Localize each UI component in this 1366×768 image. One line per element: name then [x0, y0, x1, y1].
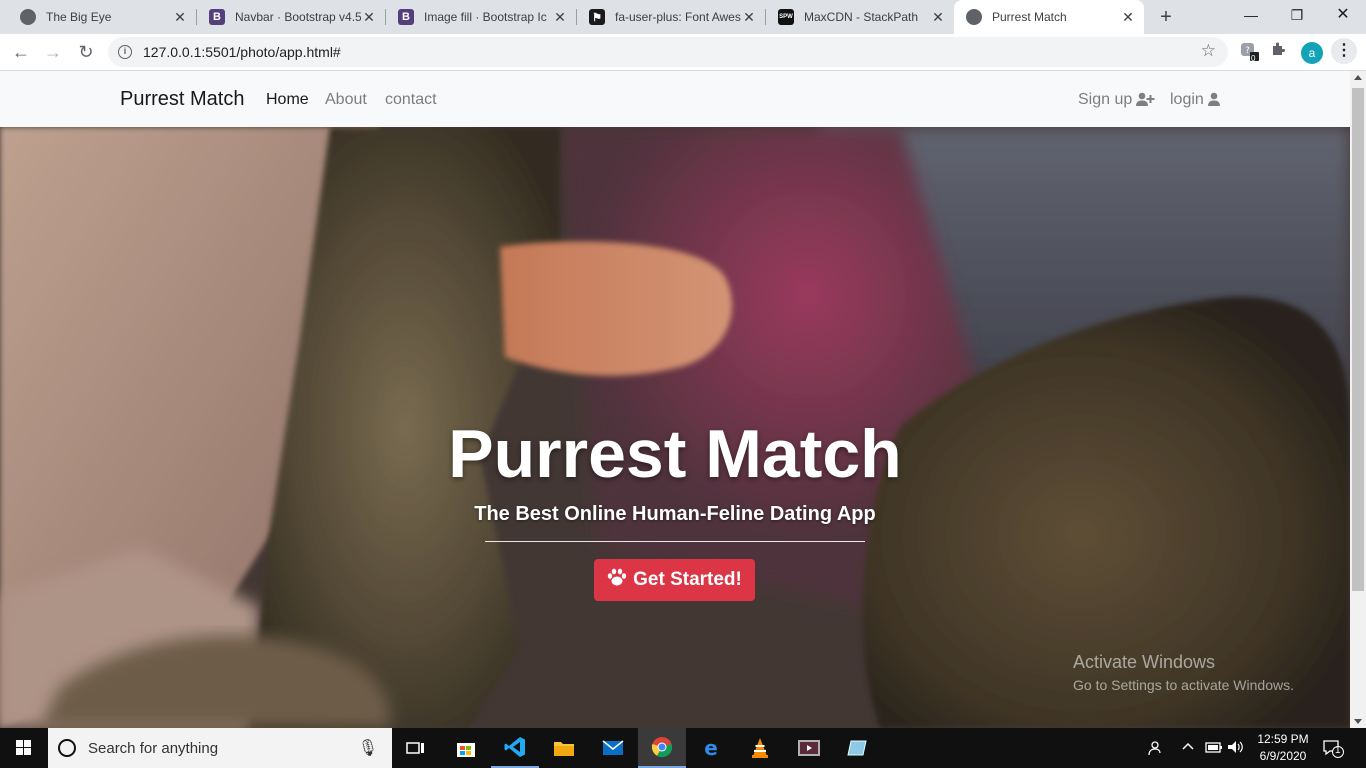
browser-toolbar: ← → ↻ i 127.0.0.1:5501/photo/app.html# ☆… — [0, 34, 1366, 71]
tab-title: MaxCDN - StackPath — [804, 10, 919, 24]
windows-logo-icon — [16, 740, 31, 755]
tab-title: Image fill · Bootstrap Ic — [424, 10, 547, 24]
page-scrollbar[interactable] — [1350, 71, 1366, 728]
tab-navbar-bootstrap[interactable]: B Navbar · Bootstrap v4.5 ✕ — [197, 0, 385, 34]
navbar-brand[interactable]: Purrest Match — [120, 88, 244, 111]
forward-button[interactable]: → — [40, 39, 66, 65]
svg-text:e: e — [704, 737, 718, 759]
reload-button[interactable]: ↻ — [73, 39, 99, 65]
user-plus-icon — [1136, 92, 1155, 111]
hero-section: Purrest Match The Best Online Human-Feli… — [0, 127, 1350, 728]
scroll-up-arrow[interactable] — [1354, 75, 1362, 80]
nav-link-about[interactable]: About — [325, 91, 367, 109]
close-icon[interactable]: ✕ — [741, 9, 757, 25]
extension-icon[interactable]: ? 0 — [1238, 41, 1260, 63]
url-text: 127.0.0.1:5501/photo/app.html# — [143, 44, 341, 60]
minimize-button[interactable]: — — [1228, 0, 1274, 30]
site-navbar: Purrest Match Home About contact Sign up… — [0, 71, 1350, 127]
chrome-icon[interactable] — [638, 728, 686, 768]
close-icon[interactable]: ✕ — [552, 9, 568, 25]
system-clock[interactable]: 12:59 PM 6/9/2020 — [1253, 731, 1313, 765]
bookmark-star-icon[interactable]: ☆ — [1201, 41, 1216, 61]
tab-the-big-eye[interactable]: The Big Eye ✕ — [8, 0, 196, 34]
browser-menu-icon[interactable]: ⋮ — [1331, 38, 1357, 64]
cortana-icon — [58, 739, 76, 757]
mail-icon[interactable] — [589, 728, 637, 768]
close-window-button[interactable]: ✕ — [1320, 0, 1366, 30]
activate-windows-watermark: Activate Windows Go to Settings to activ… — [1073, 652, 1294, 693]
tab-font-awesome[interactable]: ⚑ fa-user-plus: Font Awes ✕ — [577, 0, 765, 34]
video-editor-icon[interactable] — [785, 728, 833, 768]
watermark-title: Activate Windows — [1073, 652, 1216, 672]
login-label: login — [1170, 91, 1204, 108]
back-button[interactable]: ← — [8, 39, 34, 65]
svg-text:?: ? — [1245, 46, 1250, 56]
microsoft-store-icon[interactable] — [442, 728, 490, 768]
nav-link-home[interactable]: Home — [266, 91, 309, 109]
watermark-subtitle: Go to Settings to activate Windows. — [1073, 677, 1294, 693]
globe-icon — [20, 9, 36, 25]
clock-time: 12:59 PM — [1257, 732, 1309, 746]
hero-subtitle: The Best Online Human-Feline Dating App — [474, 503, 876, 525]
nav-link-contact[interactable]: contact — [385, 91, 437, 109]
signup-label: Sign up — [1078, 91, 1133, 108]
taskbar-search-placeholder: Search for anything — [88, 740, 219, 757]
site-info-icon[interactable]: i — [118, 45, 132, 59]
profile-avatar[interactable]: a — [1301, 42, 1323, 64]
user-icon — [1207, 92, 1220, 111]
paw-icon — [607, 568, 627, 592]
action-center-button[interactable]: 1 — [1322, 738, 1344, 758]
taskbar-search-box[interactable]: Search for anything 🎙 — [48, 728, 392, 768]
edge-icon[interactable]: e — [687, 728, 735, 768]
login-link[interactable]: login — [1170, 91, 1220, 111]
bootstrap-icon: B — [209, 9, 225, 25]
file-explorer-icon[interactable] — [540, 728, 588, 768]
people-icon[interactable] — [1146, 740, 1162, 759]
close-icon[interactable]: ✕ — [361, 9, 377, 25]
tab-image-fill[interactable]: B Image fill · Bootstrap Ic ✕ — [386, 0, 576, 34]
tab-title: Navbar · Bootstrap v4.5 — [235, 10, 361, 24]
stackpath-icon: SPW — [778, 9, 794, 25]
start-button[interactable] — [0, 728, 48, 768]
extension-badge: 0 — [1251, 54, 1256, 63]
clock-date: 6/9/2020 — [1259, 749, 1307, 763]
notepad-icon[interactable] — [834, 728, 882, 768]
tab-title: fa-user-plus: Font Awes — [615, 10, 741, 24]
scroll-down-arrow[interactable] — [1354, 719, 1362, 724]
globe-icon — [966, 9, 982, 25]
microphone-icon[interactable]: 🎙 — [358, 738, 378, 758]
new-tab-button[interactable]: + — [1155, 6, 1177, 28]
battery-icon[interactable] — [1205, 740, 1223, 757]
signup-link[interactable]: Sign up — [1078, 91, 1155, 111]
vlc-icon[interactable] — [736, 728, 784, 768]
task-view-icon[interactable] — [392, 728, 440, 768]
bootstrap-icon: B — [398, 9, 414, 25]
get-started-button[interactable]: Get Started! — [594, 559, 755, 601]
tab-title: Purrest Match — [992, 10, 1067, 24]
flag-icon: ⚑ — [589, 9, 605, 25]
page-viewport: Purrest Match Home About contact Sign up… — [0, 71, 1350, 728]
tab-title: The Big Eye — [46, 10, 112, 24]
close-icon[interactable]: ✕ — [1120, 9, 1136, 25]
close-icon[interactable]: ✕ — [930, 9, 946, 25]
hero-title: Purrest Match — [448, 416, 902, 492]
address-bar[interactable]: i 127.0.0.1:5501/photo/app.html# ☆ — [108, 37, 1228, 67]
vscode-icon[interactable] — [491, 728, 539, 768]
close-icon[interactable]: ✕ — [172, 9, 188, 25]
hero-divider — [485, 541, 865, 542]
scrollbar-thumb[interactable] — [1352, 88, 1364, 591]
tab-maxcdn[interactable]: SPW MaxCDN - StackPath ✕ — [766, 0, 954, 34]
notification-count: 1 — [1335, 745, 1341, 756]
puzzle-extensions-icon[interactable] — [1268, 41, 1290, 63]
restore-button[interactable]: ❐ — [1274, 0, 1320, 30]
chevron-up-icon[interactable] — [1182, 740, 1194, 755]
windows-taskbar: Search for anything 🎙 e 12:59 PM 6/9/202… — [0, 728, 1366, 768]
get-started-label: Get Started! — [633, 569, 742, 590]
tab-purrest-match[interactable]: Purrest Match ✕ — [954, 0, 1144, 34]
browser-tab-strip: The Big Eye ✕ B Navbar · Bootstrap v4.5 … — [0, 0, 1366, 34]
volume-icon[interactable] — [1227, 740, 1245, 757]
